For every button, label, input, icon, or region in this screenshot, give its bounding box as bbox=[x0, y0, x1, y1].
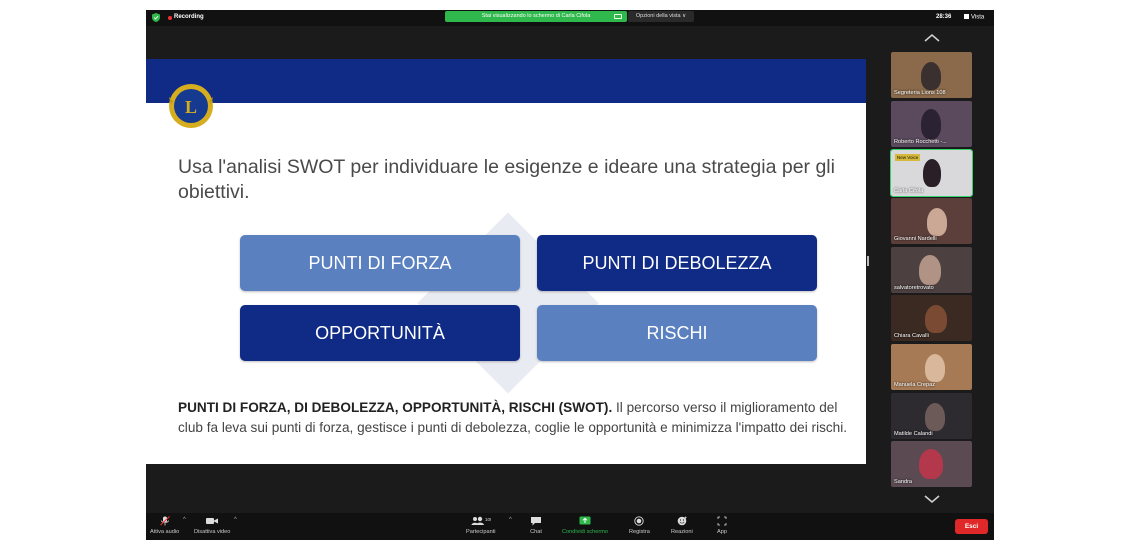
participant-tile[interactable]: Roberto Rocchetti -... bbox=[891, 101, 972, 147]
smiley-icon bbox=[677, 516, 687, 526]
participant-name: Carla Cifola bbox=[894, 188, 924, 194]
unmute-label: Attiva audio bbox=[150, 529, 180, 535]
unmute-button[interactable]: Attiva audio bbox=[150, 516, 179, 535]
participant-name: Segreteria Lions 108 bbox=[894, 90, 946, 96]
participants-label: Partecipanti bbox=[466, 529, 496, 535]
lions-logo: L bbox=[169, 84, 213, 128]
recording-dot-icon bbox=[168, 16, 172, 20]
participant-tile[interactable]: salvatoretrovato bbox=[891, 247, 972, 293]
video-options-caret-icon[interactable]: ^ bbox=[234, 517, 237, 523]
view-options-button[interactable]: Opzioni della vista ∨ bbox=[628, 11, 694, 22]
slide-header-band bbox=[146, 59, 866, 103]
meeting-timer: 28:36 bbox=[936, 14, 952, 20]
participants-icon: 100 bbox=[471, 516, 491, 525]
participant-name: Giovanni Nardelli bbox=[894, 236, 937, 242]
top-bar: Recording Stai visualizzando lo schermo … bbox=[146, 10, 994, 26]
slide-description-bold: PUNTI DI FORZA, DI DEBOLEZZA, OPPORTUNIT… bbox=[178, 400, 613, 415]
participant-name: Matilde Calandi bbox=[894, 431, 933, 437]
participant-tile-active-speaker[interactable]: New Voice Carla Cifola bbox=[890, 149, 973, 197]
end-meeting-button[interactable]: Esci bbox=[955, 519, 988, 534]
monitor-icon bbox=[614, 14, 622, 19]
participant-name: Chiara Cavalli bbox=[894, 333, 929, 339]
participant-name: Roberto Rocchetti -... bbox=[894, 139, 947, 145]
video-camera-icon bbox=[206, 518, 219, 524]
swot-threats-box: RISCHI bbox=[537, 305, 817, 361]
apps-button[interactable]: App bbox=[717, 516, 727, 535]
swot-opportunities-box: OPPORTUNITÀ bbox=[240, 305, 520, 361]
stop-video-label: Disattiva video bbox=[194, 529, 231, 535]
swot-strengths-box: PUNTI DI FORZA bbox=[240, 235, 520, 291]
participant-tile[interactable]: Giovanni Nardelli bbox=[891, 198, 972, 244]
grid-icon bbox=[964, 14, 969, 19]
record-icon bbox=[634, 516, 645, 526]
participant-name: Manuela Crepaz bbox=[894, 382, 936, 388]
recording-label[interactable]: Recording bbox=[174, 14, 204, 20]
microphone-muted-icon bbox=[159, 516, 170, 526]
participant-tile[interactable]: Matilde Calandi bbox=[891, 393, 972, 439]
chat-label: Chat bbox=[530, 529, 542, 535]
participants-caret-icon[interactable]: ^ bbox=[509, 517, 512, 523]
meeting-toolbar: Attiva audio ^ Disattiva video ^ 100 Par… bbox=[146, 513, 994, 540]
record-button[interactable]: Registra bbox=[629, 516, 650, 535]
panel-resize-handle[interactable] bbox=[867, 256, 869, 266]
chat-bubble-icon bbox=[531, 517, 541, 526]
share-screen-label: Condividi schermo bbox=[562, 529, 609, 535]
reactions-label: Reazioni bbox=[671, 529, 693, 535]
shield-check-icon[interactable] bbox=[152, 13, 160, 22]
participant-badge: New Voice bbox=[895, 154, 921, 161]
view-button[interactable]: Vista bbox=[964, 14, 984, 21]
participant-tile[interactable]: Manuela Crepaz bbox=[891, 344, 972, 390]
audio-options-caret-icon[interactable]: ^ bbox=[183, 517, 186, 523]
chevron-down-icon[interactable] bbox=[924, 494, 940, 504]
participant-name: salvatoretrovato bbox=[894, 285, 934, 291]
chevron-up-icon[interactable] bbox=[924, 33, 940, 43]
chat-button[interactable]: Chat bbox=[530, 516, 542, 535]
slide-title: Usa l'analisi SWOT per individuare le es… bbox=[178, 156, 835, 203]
participant-name: Sandra bbox=[894, 479, 913, 485]
zoom-meeting-window: Recording Stai visualizzando lo schermo … bbox=[146, 10, 994, 540]
participant-tile[interactable]: Chiara Cavalli bbox=[891, 295, 972, 341]
apps-icon bbox=[717, 516, 727, 526]
participants-count: 100 bbox=[485, 517, 491, 522]
shared-slide: L Usa l'analisi SWOT per individuare le … bbox=[146, 59, 866, 464]
svg-text:L: L bbox=[185, 97, 197, 117]
record-label: Registra bbox=[629, 529, 650, 535]
view-button-label: Vista bbox=[971, 14, 985, 21]
share-banner-text: Stai visualizzando lo schermo di Carla C… bbox=[481, 13, 591, 19]
share-screen-button[interactable]: Condividi schermo bbox=[562, 516, 608, 535]
slide-description: PUNTI DI FORZA, DI DEBOLEZZA, OPPORTUNIT… bbox=[178, 398, 848, 438]
stop-video-button[interactable]: Disattiva video bbox=[194, 516, 230, 535]
reactions-button[interactable]: Reazioni bbox=[671, 516, 693, 535]
participants-button[interactable]: 100 Partecipanti bbox=[466, 516, 496, 535]
participant-tile[interactable]: Sandra bbox=[891, 441, 972, 487]
participant-tile[interactable]: Segreteria Lions 108 bbox=[891, 52, 972, 98]
screen-share-banner: Stai visualizzando lo schermo di Carla C… bbox=[445, 11, 627, 22]
apps-label: App bbox=[717, 529, 727, 535]
share-screen-icon bbox=[579, 516, 591, 525]
swot-weaknesses-box: PUNTI DI DEBOLEZZA bbox=[537, 235, 817, 291]
